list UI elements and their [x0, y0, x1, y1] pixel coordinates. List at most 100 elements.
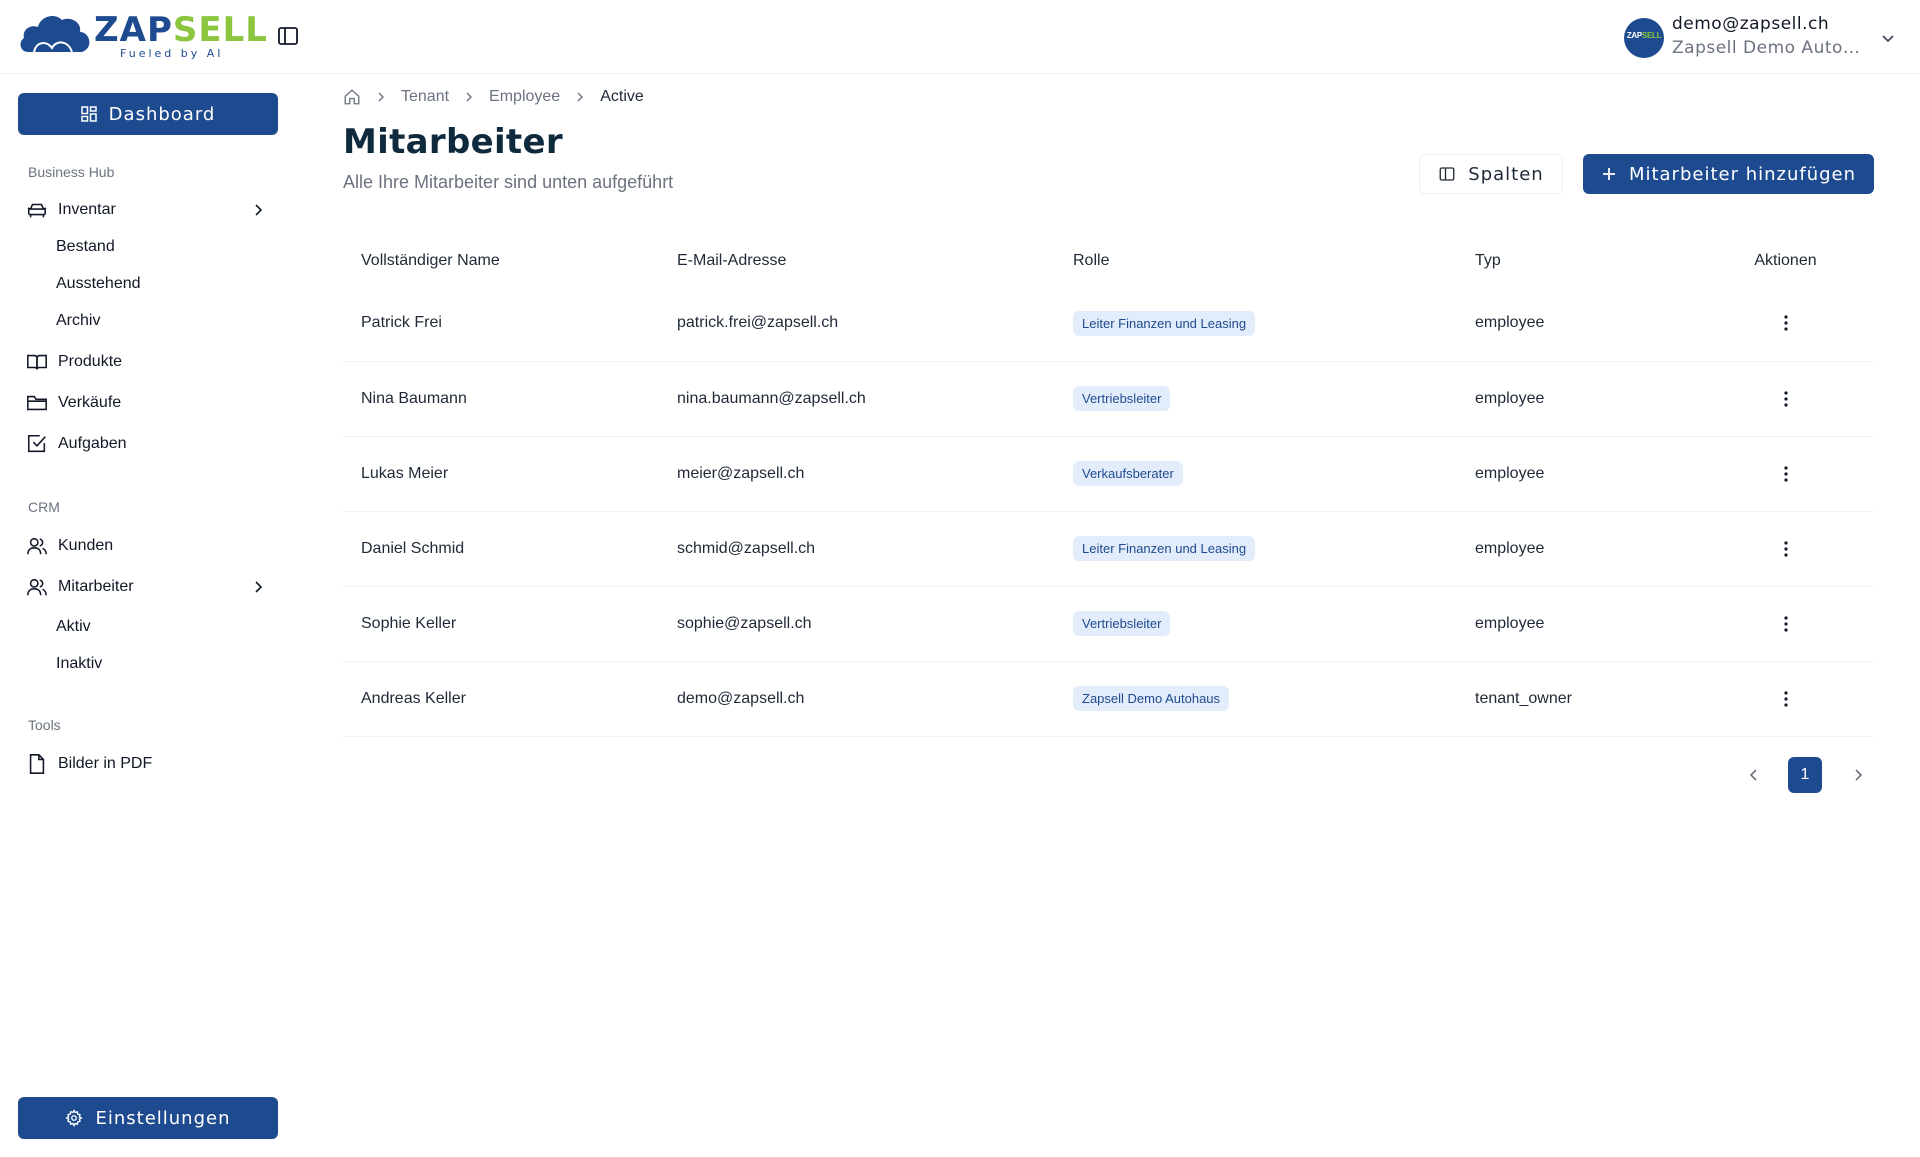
cell-actions	[1697, 511, 1874, 587]
cell-type: employee	[1457, 511, 1697, 587]
cloud-logo-icon	[20, 16, 90, 53]
grid-icon	[80, 106, 97, 122]
cell-email: demo@zapsell.ch	[659, 661, 1055, 737]
settings-button[interactable]: Einstellungen	[18, 1097, 278, 1139]
cell-actions	[1697, 661, 1874, 737]
cell-email: schmid@zapsell.ch	[659, 511, 1055, 587]
sidebar-item-archiv[interactable]: Archiv	[56, 312, 100, 330]
role-badge: Verkaufsberater	[1073, 461, 1183, 486]
employee-table: Vollständiger Name E-Mail-Adresse Rolle …	[343, 236, 1874, 737]
logo-tagline: Fueled by AI	[120, 47, 224, 60]
sidebar-item-aktiv[interactable]: Aktiv	[56, 618, 91, 636]
role-badge: Leiter Finanzen und Leasing	[1073, 310, 1256, 336]
top-header: ZAPSELL Fueled by AI ZAPSELL demo@zapsel…	[0, 0, 1920, 74]
file-icon	[29, 754, 45, 774]
sidebar-item-ausstehend[interactable]: Ausstehend	[56, 275, 141, 293]
home-icon[interactable]	[343, 88, 361, 106]
table-row[interactable]: Nina Baumann nina.baumann@zapsell.ch Ver…	[343, 361, 1874, 437]
sidebar-item-inaktiv[interactable]: Inaktiv	[56, 655, 102, 673]
cell-role: Leiter Finanzen und Leasing	[1055, 511, 1457, 587]
columns-button[interactable]: Spalten	[1419, 154, 1563, 194]
table-row[interactable]: Patrick Frei patrick.frei@zapsell.ch Lei…	[343, 286, 1874, 362]
cell-email: patrick.frei@zapsell.ch	[659, 286, 1055, 362]
avatar-logo-text: ZAPSELL	[1626, 31, 1662, 40]
gear-icon	[65, 1109, 84, 1127]
sidebar-item-aufgaben[interactable]: Aufgaben	[26, 429, 278, 459]
plus-icon	[1602, 168, 1615, 180]
cell-name: Patrick Frei	[343, 286, 659, 362]
columns-label: Spalten	[1468, 163, 1544, 185]
users-icon	[27, 537, 47, 555]
table-row[interactable]: Sophie Keller sophie@zapsell.ch Vertrieb…	[343, 586, 1874, 662]
sidebar-item-label: Inventar	[58, 201, 116, 218]
cell-role: Zapsell Demo Autohaus	[1055, 661, 1457, 737]
chevron-down-icon[interactable]	[1880, 30, 1896, 46]
sidebar: Dashboard Business Hub Inventar Bestand …	[0, 74, 296, 1157]
column-header-type[interactable]: Typ	[1457, 236, 1697, 286]
more-vertical-icon[interactable]	[1776, 313, 1796, 333]
sidebar-item-kunden[interactable]: Kunden	[26, 531, 278, 561]
settings-label: Einstellungen	[95, 1107, 231, 1129]
users-icon	[27, 578, 47, 596]
sidebar-item-produkte[interactable]: Produkte	[26, 347, 278, 377]
cell-name: Sophie Keller	[343, 586, 659, 662]
column-header-role[interactable]: Rolle	[1055, 236, 1457, 286]
checkbox-icon	[27, 434, 46, 453]
sidebar-item-verkaeufe[interactable]: Verkäufe	[26, 388, 278, 418]
column-header-name[interactable]: Vollständiger Name	[343, 236, 659, 286]
page-button-current[interactable]: 1	[1788, 757, 1822, 793]
breadcrumb-active: Active	[600, 88, 644, 105]
cell-type: employee	[1457, 436, 1697, 512]
logo-wordmark: ZAPSELL	[94, 10, 268, 50]
dashboard-label: Dashboard	[108, 103, 216, 125]
column-header-email[interactable]: E-Mail-Adresse	[659, 236, 1055, 286]
more-vertical-icon[interactable]	[1776, 689, 1796, 709]
page-title: Mitarbeiter	[343, 122, 563, 162]
add-employee-button[interactable]: Mitarbeiter hinzufügen	[1583, 154, 1874, 194]
zapsell-logo[interactable]: ZAPSELL Fueled by AI	[18, 10, 267, 60]
chevron-right-icon[interactable]	[1850, 767, 1866, 783]
sidebar-item-label: Verkäufe	[58, 394, 122, 411]
sidebar-item-label: Aufgaben	[58, 435, 127, 452]
table-row[interactable]: Daniel Schmid schmid@zapsell.ch Leiter F…	[343, 511, 1874, 587]
cell-actions	[1697, 436, 1874, 512]
account-org: Zapsell Demo Autohaus	[1672, 38, 1862, 58]
sidebar-item-label: Mitarbeiter	[58, 578, 134, 595]
sidebar-item-bilder-pdf[interactable]: Bilder in PDF	[26, 749, 278, 779]
sidebar-toggle-icon[interactable]	[276, 24, 300, 48]
table-row[interactable]: Andreas Keller demo@zapsell.ch Zapsell D…	[343, 661, 1874, 737]
more-vertical-icon[interactable]	[1776, 539, 1796, 559]
sidebar-item-label: Produkte	[58, 353, 123, 370]
table-row[interactable]: Lukas Meier meier@zapsell.ch Verkaufsber…	[343, 436, 1874, 512]
breadcrumb-employee[interactable]: Employee	[489, 88, 560, 106]
car-icon	[27, 203, 47, 218]
breadcrumb: Tenant Employee Active	[343, 86, 644, 108]
table-header-row: Vollständiger Name E-Mail-Adresse Rolle …	[343, 236, 1874, 286]
cell-name: Lukas Meier	[343, 436, 659, 512]
sidebar-item-inventar[interactable]: Inventar	[26, 195, 278, 225]
columns-icon	[1439, 167, 1455, 181]
page-subtitle: Alle Ihre Mitarbeiter sind unten aufgefü…	[343, 172, 674, 192]
sidebar-item-label: Bilder in PDF	[58, 755, 153, 772]
breadcrumb-tenant[interactable]: Tenant	[401, 88, 449, 106]
cell-name: Andreas Keller	[343, 661, 659, 737]
cell-actions	[1697, 286, 1874, 362]
account-menu[interactable]: ZAPSELL demo@zapsell.ch Zapsell Demo Aut…	[1624, 12, 1896, 62]
cell-actions	[1697, 586, 1874, 662]
more-vertical-icon[interactable]	[1776, 614, 1796, 634]
role-badge: Zapsell Demo Autohaus	[1073, 686, 1230, 711]
chevron-left-icon[interactable]	[1746, 767, 1762, 783]
more-vertical-icon[interactable]	[1776, 389, 1796, 409]
sidebar-item-bestand[interactable]: Bestand	[56, 238, 115, 256]
chevron-right-icon	[577, 92, 584, 102]
chevron-right-icon	[255, 581, 263, 593]
dashboard-button[interactable]: Dashboard	[18, 93, 278, 135]
role-badge: Vertriebsleiter	[1073, 611, 1171, 636]
role-badge: Vertriebsleiter	[1073, 386, 1171, 411]
cell-email: nina.baumann@zapsell.ch	[659, 361, 1055, 437]
sidebar-item-mitarbeiter[interactable]: Mitarbeiter	[26, 572, 278, 602]
cell-role: Verkaufsberater	[1055, 436, 1457, 512]
section-tools: Tools	[28, 717, 61, 733]
chevron-right-icon	[466, 92, 473, 102]
more-vertical-icon[interactable]	[1776, 464, 1796, 484]
